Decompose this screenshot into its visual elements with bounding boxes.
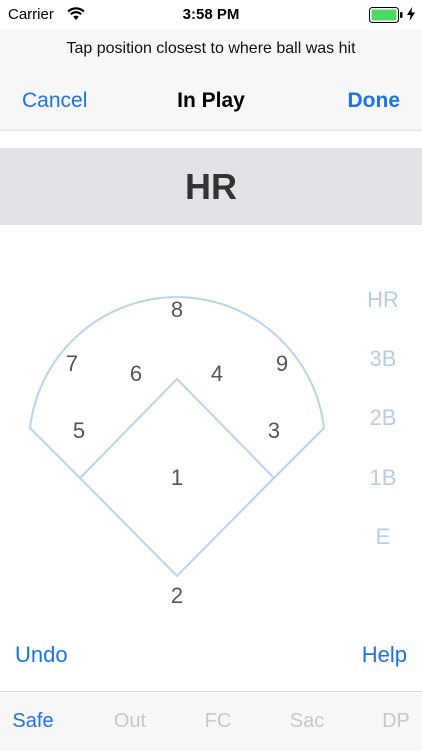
position-4[interactable]: 4 — [211, 361, 223, 386]
battery-icon — [369, 7, 403, 23]
field-diagram: 1 2 3 4 5 6 7 8 9 — [28, 296, 326, 608]
charging-bolt-icon — [407, 7, 415, 21]
instruction-text: Tap position closest to where ball was h… — [66, 40, 356, 57]
position-1[interactable]: 1 — [171, 465, 183, 490]
position-6[interactable]: 6 — [130, 361, 142, 386]
hit-type-hr[interactable]: HR — [363, 287, 403, 313]
outcome-tab-bar: Safe Out FC Sac DP — [0, 691, 422, 751]
tab-fc[interactable]: FC — [188, 710, 248, 733]
position-2[interactable]: 2 — [171, 583, 183, 608]
field-outline — [28, 296, 326, 479]
clock: 3:58 PM — [182, 6, 240, 23]
position-5[interactable]: 5 — [73, 418, 85, 443]
tab-safe[interactable]: Safe — [3, 710, 63, 733]
help-button[interactable]: Help — [362, 642, 407, 668]
position-7[interactable]: 7 — [66, 351, 78, 376]
tab-out[interactable]: Out — [100, 710, 160, 733]
hit-type-3b[interactable]: 3B — [363, 346, 403, 372]
status-bar: Carrier 3:58 PM — [0, 0, 422, 30]
undo-button[interactable]: Undo — [15, 642, 68, 668]
result-banner: HR — [0, 148, 422, 225]
position-9[interactable]: 9 — [276, 351, 288, 376]
hit-type-2b[interactable]: 2B — [363, 405, 403, 431]
hit-type-error[interactable]: E — [363, 524, 403, 550]
position-3[interactable]: 3 — [268, 418, 280, 443]
hit-type-1b[interactable]: 1B — [363, 465, 403, 491]
done-button[interactable]: Done — [348, 89, 401, 113]
position-8[interactable]: 8 — [171, 297, 183, 322]
tab-dp[interactable]: DP — [366, 710, 422, 733]
result-label: HR — [185, 166, 237, 207]
tab-sac[interactable]: Sac — [277, 710, 337, 733]
